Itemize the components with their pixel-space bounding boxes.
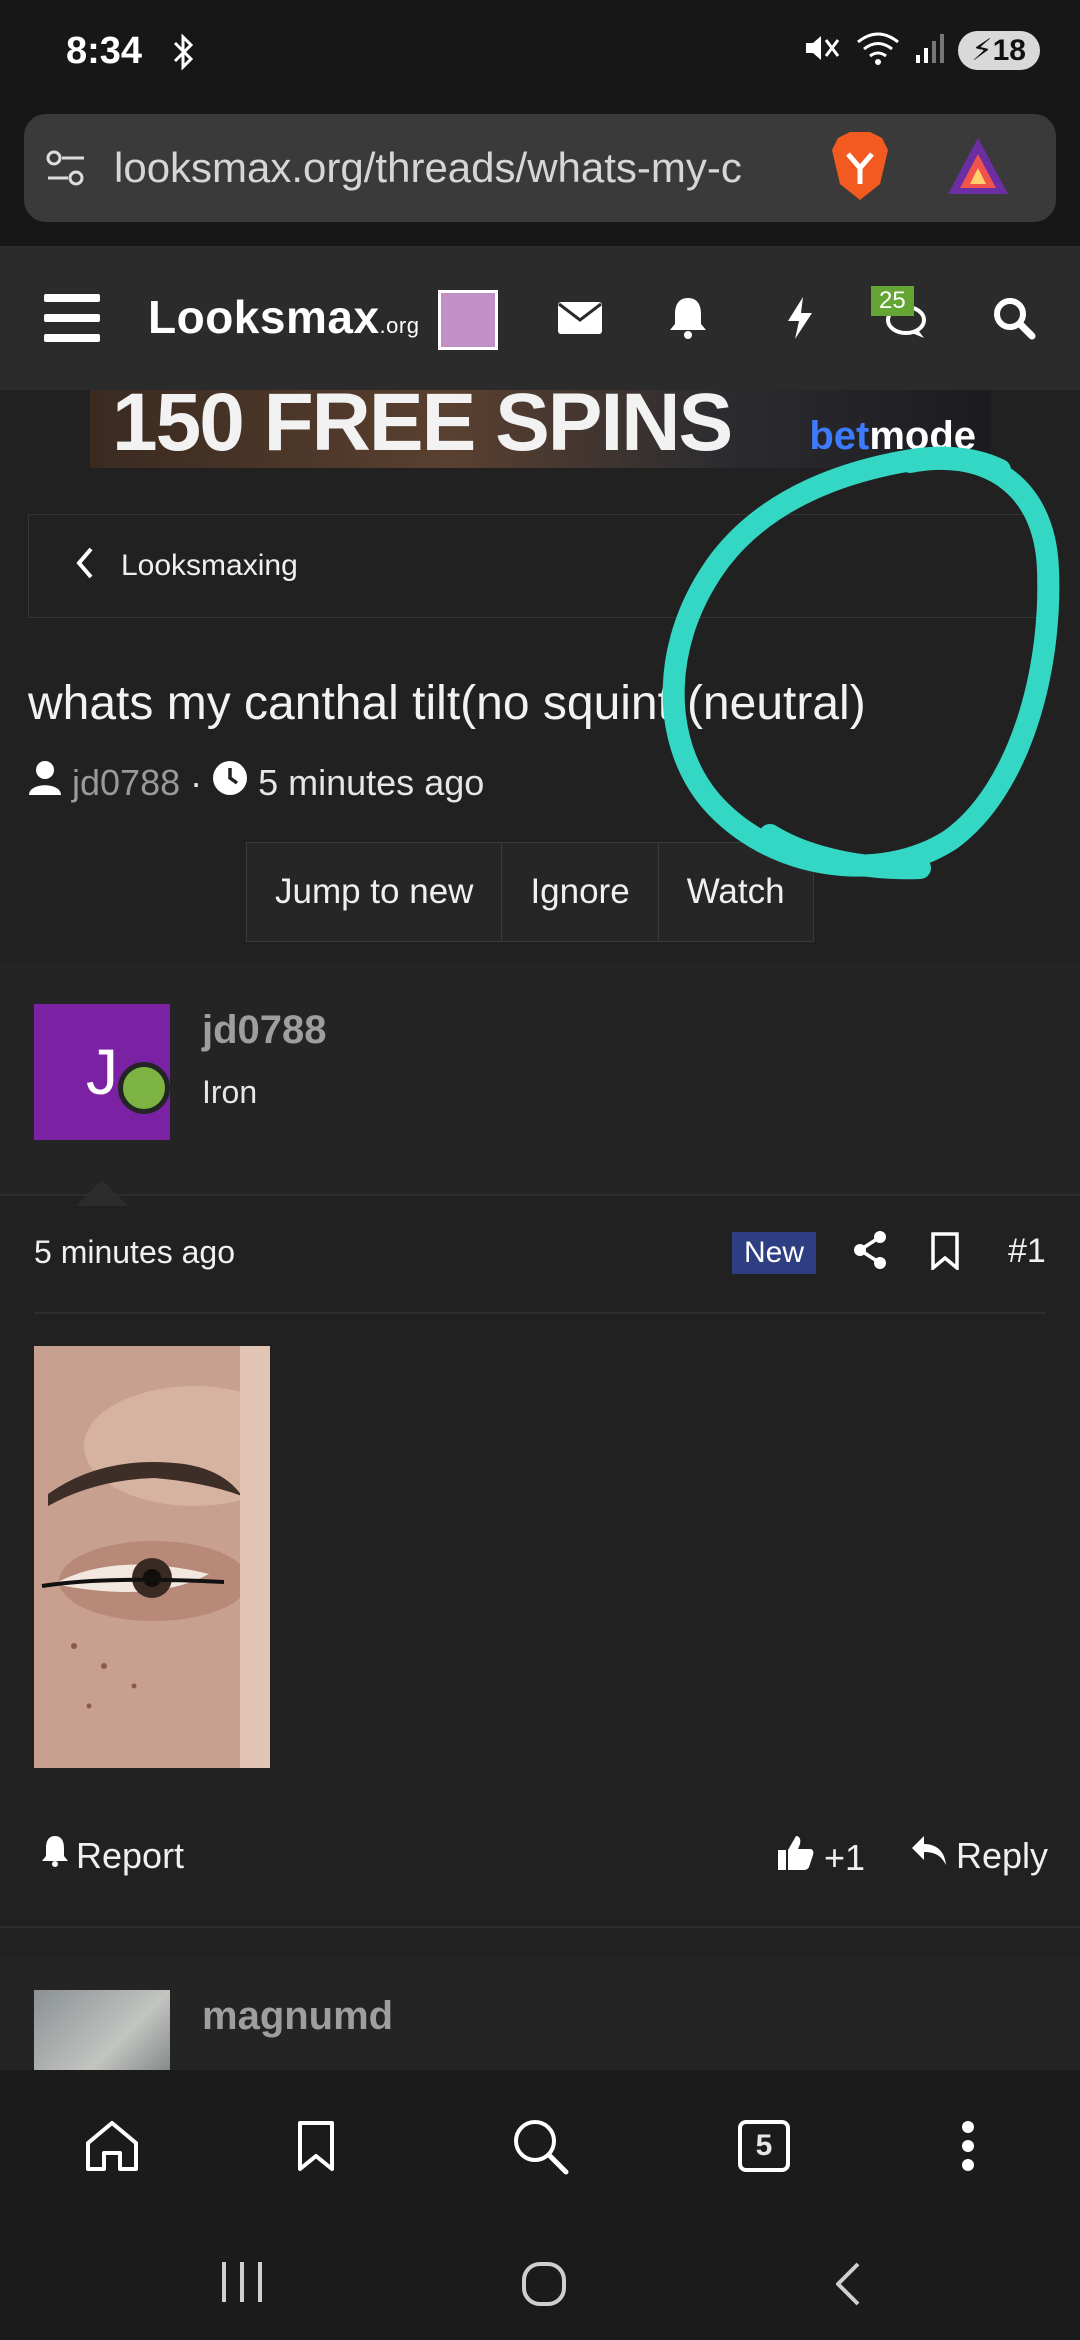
- signal-icon: [914, 31, 944, 70]
- bookmark-icon[interactable]: [930, 1232, 960, 1275]
- thread-time[interactable]: 5 minutes ago: [258, 762, 484, 804]
- bell-icon: [40, 1834, 70, 1877]
- jump-to-new-button[interactable]: Jump to new: [247, 843, 503, 941]
- post-number[interactable]: #1: [1008, 1232, 1046, 1271]
- recent-apps-icon[interactable]: [218, 2260, 266, 2309]
- user-icon: [28, 760, 62, 805]
- brave-shields-icon[interactable]: [828, 128, 892, 209]
- whats-new-icon[interactable]: [770, 288, 830, 348]
- chevron-left-icon: [73, 543, 95, 593]
- notification-badge: 25: [871, 286, 914, 316]
- clock-icon: [212, 760, 248, 805]
- logo-suffix: .org: [379, 313, 420, 338]
- thread-meta: jd0788 · 5 minutes ago: [28, 760, 484, 805]
- like-button[interactable]: +1: [776, 1834, 865, 1881]
- tabs-button[interactable]: 5: [724, 2106, 804, 2186]
- reply-icon: [910, 1834, 948, 1877]
- annotation-circle: [650, 440, 1070, 905]
- thread-author[interactable]: jd0788: [72, 762, 180, 804]
- second-post: magnumd: [0, 1958, 1080, 2070]
- like-count: +1: [824, 1836, 866, 1878]
- post-user-rank: Iron: [202, 1074, 258, 1110]
- site-settings-icon[interactable]: [42, 144, 90, 197]
- bell-icon[interactable]: [658, 288, 718, 348]
- browser-bottom-bar: 5: [0, 2070, 1080, 2340]
- url-text[interactable]: looksmax.org/threads/whats-my-c: [114, 144, 834, 192]
- reply-button[interactable]: Reply: [910, 1834, 1048, 1877]
- thumbs-up-icon: [776, 1834, 814, 1881]
- breadcrumb-label[interactable]: Looksmaxing: [121, 549, 298, 583]
- user-avatar[interactable]: [438, 290, 498, 350]
- online-indicator: [118, 1062, 170, 1114]
- bookmarks-icon[interactable]: [276, 2106, 356, 2186]
- post-user-block: J jd0788 Iron: [0, 962, 1080, 1206]
- battery-level: 18: [992, 34, 1026, 67]
- more-options-icon[interactable]: [928, 2106, 1008, 2186]
- reply-label: Reply: [956, 1834, 1049, 1876]
- report-button[interactable]: Report: [40, 1834, 184, 1877]
- bluetooth-icon: [168, 33, 198, 78]
- system-back-icon[interactable]: [830, 2260, 866, 2313]
- ignore-button[interactable]: Ignore: [502, 843, 659, 941]
- menu-icon[interactable]: [44, 292, 100, 349]
- status-icons: ⚡18: [802, 30, 1040, 71]
- post-username[interactable]: jd0788: [202, 1008, 327, 1053]
- post2-avatar[interactable]: [34, 1990, 170, 2070]
- address-bar[interactable]: looksmax.org/threads/whats-my-c: [24, 114, 1056, 222]
- site-header: Looksmax.org 25: [0, 246, 1080, 390]
- post2-username[interactable]: magnumd: [202, 1994, 393, 2039]
- home-icon[interactable]: [72, 2106, 152, 2186]
- report-label: Report: [76, 1834, 185, 1876]
- status-bar: 8:34 ⚡18: [0, 0, 1080, 110]
- mute-icon: [802, 30, 842, 71]
- meta-separator: ·: [190, 761, 203, 803]
- user-arrow: [76, 1180, 128, 1206]
- inbox-icon[interactable]: [550, 288, 610, 348]
- divider: [0, 1194, 1080, 1196]
- divider: [0, 1926, 1080, 1928]
- share-icon[interactable]: [852, 1230, 888, 1275]
- divider: [34, 1312, 1046, 1314]
- battery-indicator: ⚡18: [957, 31, 1040, 70]
- search-icon[interactable]: [984, 288, 1044, 348]
- system-home-icon[interactable]: [520, 2260, 568, 2313]
- wifi-icon: [856, 30, 900, 71]
- search-icon[interactable]: [500, 2106, 580, 2186]
- logo-text: Looksmax: [148, 291, 380, 343]
- post-attachment-image[interactable]: [34, 1346, 270, 1768]
- status-time: 8:34: [66, 30, 143, 72]
- new-badge: New: [732, 1232, 817, 1274]
- site-logo[interactable]: Looksmax.org: [148, 290, 419, 344]
- brave-rewards-icon[interactable]: [944, 132, 1012, 205]
- post-time[interactable]: 5 minutes ago: [34, 1234, 235, 1271]
- tab-count: 5: [755, 2129, 773, 2162]
- browser-toolbar: looksmax.org/threads/whats-my-c: [0, 110, 1080, 246]
- banner-text: 150 FREE SPINS: [112, 390, 733, 468]
